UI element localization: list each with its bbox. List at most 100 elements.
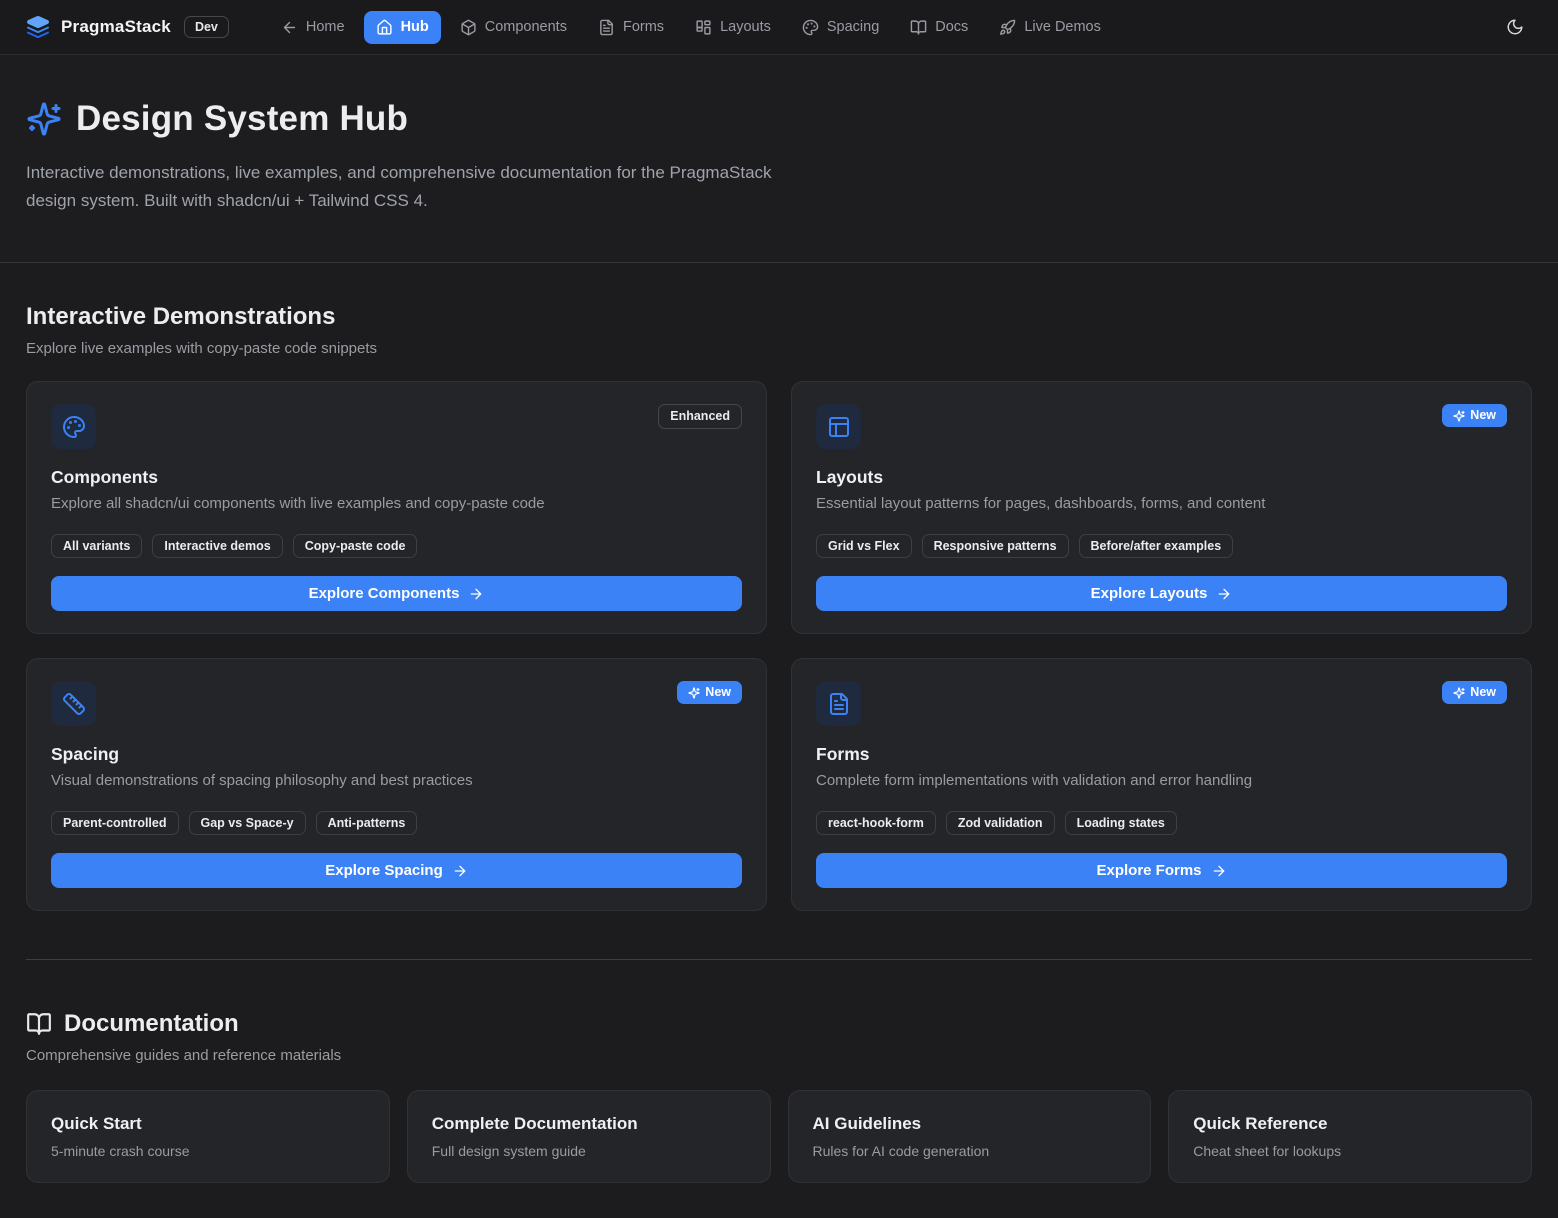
palette-icon xyxy=(802,19,819,36)
tag-pill: Grid vs Flex xyxy=(816,534,912,558)
tag-pill: All variants xyxy=(51,534,142,558)
nav-item-forms[interactable]: Forms xyxy=(586,11,676,44)
brand[interactable]: PragmaStack xyxy=(26,15,171,39)
explore-button-label: Explore Forms xyxy=(1096,862,1201,879)
doc-card-quick-reference[interactable]: Quick Reference Cheat sheet for lookups xyxy=(1168,1090,1532,1183)
doc-card-title: Complete Documentation xyxy=(432,1114,746,1134)
panels-top-left-icon xyxy=(827,415,851,439)
nav-item-hub[interactable]: Hub xyxy=(364,11,441,44)
components-icon-box xyxy=(51,404,96,449)
new-badge: New xyxy=(677,681,742,704)
demo-card-spacing: New Spacing Visual demonstrations of spa… xyxy=(26,658,767,911)
nav-item-label: Forms xyxy=(623,19,664,35)
documentation-section-heading: Documentation xyxy=(64,1010,239,1038)
house-icon xyxy=(376,19,393,36)
file-text-icon xyxy=(598,19,615,36)
demos-section-subheading: Explore live examples with copy-paste co… xyxy=(26,340,1532,357)
tag-pill: Responsive patterns xyxy=(922,534,1069,558)
doc-card-description: Cheat sheet for lookups xyxy=(1193,1143,1507,1159)
doc-card-description: 5-minute crash course xyxy=(51,1143,365,1159)
explore-forms-button[interactable]: Explore Forms xyxy=(816,853,1507,888)
documentation-section-subheading: Comprehensive guides and reference mater… xyxy=(26,1047,1532,1064)
forms-icon-box xyxy=(816,681,861,726)
card-description: Visual demonstrations of spacing philoso… xyxy=(51,772,742,789)
tag-pill: Before/after examples xyxy=(1079,534,1234,558)
new-badge-label: New xyxy=(705,685,731,700)
demos-section-heading: Interactive Demonstrations xyxy=(26,303,1532,331)
new-badge-label: New xyxy=(1470,685,1496,700)
demo-card-grid: Enhanced Components Explore all shadcn/u… xyxy=(26,381,1532,911)
card-title: Layouts xyxy=(816,467,1507,488)
card-title: Spacing xyxy=(51,744,742,765)
env-badge: Dev xyxy=(184,16,229,38)
nav-item-layouts[interactable]: Layouts xyxy=(683,11,783,44)
card-title: Forms xyxy=(816,744,1507,765)
nav-item-label: Layouts xyxy=(720,19,771,35)
doc-card-complete-documentation[interactable]: Complete Documentation Full design syste… xyxy=(407,1090,771,1183)
doc-card-grid: Quick Start 5-minute crash course Comple… xyxy=(26,1090,1532,1183)
layers-icon xyxy=(26,15,50,39)
new-badge-label: New xyxy=(1470,408,1496,423)
theme-toggle-button[interactable] xyxy=(1498,10,1532,44)
arrow-right-icon xyxy=(452,863,468,879)
card-description: Essential layout patterns for pages, das… xyxy=(816,495,1507,512)
tag-row: Parent-controlled Gap vs Space-y Anti-pa… xyxy=(51,811,742,835)
top-navbar: PragmaStack Dev Home Hub Components Form… xyxy=(0,0,1558,55)
brand-name: PragmaStack xyxy=(61,17,171,37)
nav-item-live-demos[interactable]: Live Demos xyxy=(987,11,1113,44)
nav-item-docs[interactable]: Docs xyxy=(898,11,980,44)
nav-item-label: Home xyxy=(306,19,345,35)
nav-item-label: Live Demos xyxy=(1024,19,1101,35)
arrow-right-icon xyxy=(1216,586,1232,602)
tag-pill: Zod validation xyxy=(946,811,1055,835)
doc-card-description: Rules for AI code generation xyxy=(813,1143,1127,1159)
new-badge: New xyxy=(1442,681,1507,704)
new-badge: New xyxy=(1442,404,1507,427)
demo-card-forms: New Forms Complete form implementations … xyxy=(791,658,1532,911)
nav-links: Home Hub Components Forms Layouts Spacin… xyxy=(269,11,1113,44)
tag-row: Grid vs Flex Responsive patterns Before/… xyxy=(816,534,1507,558)
rocket-icon xyxy=(999,19,1016,36)
nav-item-spacing[interactable]: Spacing xyxy=(790,11,891,44)
palette-icon xyxy=(62,415,86,439)
sparkles-icon xyxy=(1453,410,1465,422)
doc-card-ai-guidelines[interactable]: AI Guidelines Rules for AI code generati… xyxy=(788,1090,1152,1183)
package-icon xyxy=(460,19,477,36)
tag-pill: Loading states xyxy=(1065,811,1177,835)
doc-card-title: Quick Start xyxy=(51,1114,365,1134)
card-description: Complete form implementations with valid… xyxy=(816,772,1507,789)
book-open-icon xyxy=(910,19,927,36)
file-text-icon xyxy=(827,692,851,716)
sparkles-icon xyxy=(26,101,62,137)
hero-section: Design System Hub Interactive demonstrat… xyxy=(0,55,1558,263)
tag-pill: react-hook-form xyxy=(816,811,936,835)
page-description: Interactive demonstrations, live example… xyxy=(26,159,774,215)
sparkles-icon xyxy=(1453,687,1465,699)
nav-item-components[interactable]: Components xyxy=(448,11,579,44)
tag-pill: Interactive demos xyxy=(152,534,282,558)
main-content: Interactive Demonstrations Explore live … xyxy=(0,303,1558,1201)
enhanced-badge: Enhanced xyxy=(658,404,742,429)
tag-pill: Copy-paste code xyxy=(293,534,418,558)
tag-row: All variants Interactive demos Copy-past… xyxy=(51,534,742,558)
explore-spacing-button[interactable]: Explore Spacing xyxy=(51,853,742,888)
book-open-icon xyxy=(26,1011,52,1037)
explore-components-button[interactable]: Explore Components xyxy=(51,576,742,611)
doc-card-title: Quick Reference xyxy=(1193,1114,1507,1134)
nav-item-label: Docs xyxy=(935,19,968,35)
moon-icon xyxy=(1506,18,1524,36)
doc-card-title: AI Guidelines xyxy=(813,1114,1127,1134)
explore-layouts-button[interactable]: Explore Layouts xyxy=(816,576,1507,611)
explore-button-label: Explore Components xyxy=(309,585,460,602)
nav-item-home[interactable]: Home xyxy=(269,11,357,44)
card-description: Explore all shadcn/ui components with li… xyxy=(51,495,742,512)
arrow-left-icon xyxy=(281,19,298,36)
arrow-right-icon xyxy=(468,586,484,602)
page-title: Design System Hub xyxy=(76,99,408,139)
section-divider xyxy=(26,959,1532,960)
layouts-icon-box xyxy=(816,404,861,449)
tag-row: react-hook-form Zod validation Loading s… xyxy=(816,811,1507,835)
demo-card-components: Enhanced Components Explore all shadcn/u… xyxy=(26,381,767,634)
doc-card-quick-start[interactable]: Quick Start 5-minute crash course xyxy=(26,1090,390,1183)
arrow-right-icon xyxy=(1211,863,1227,879)
